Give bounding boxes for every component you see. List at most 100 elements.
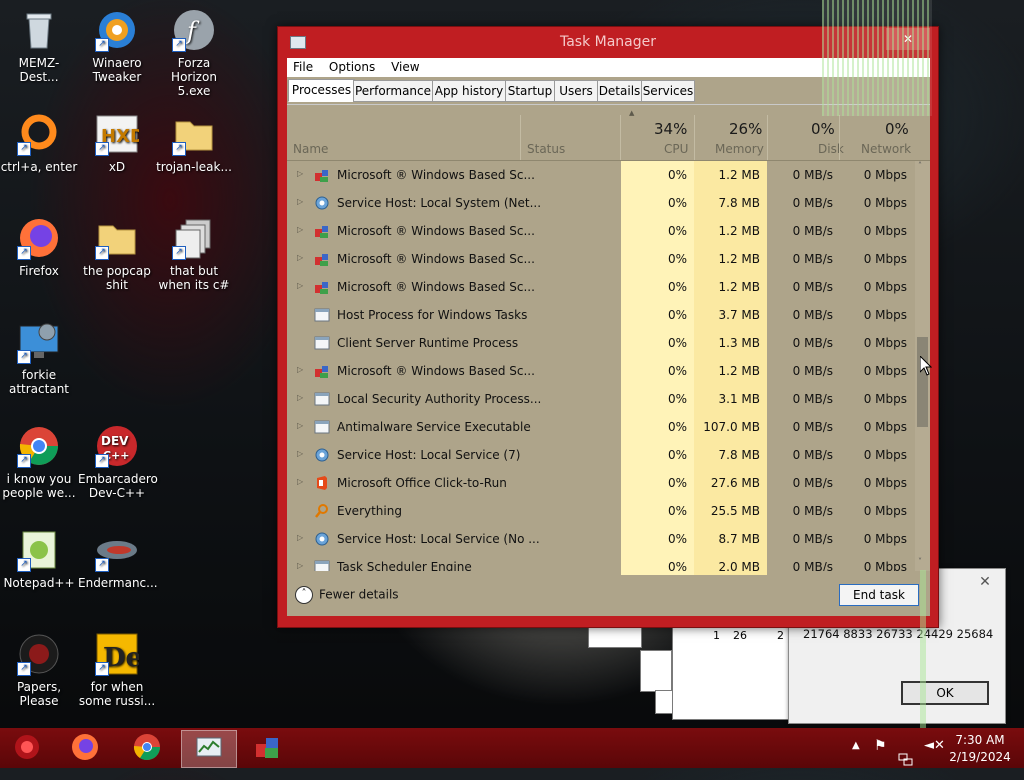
expand-arrow-icon[interactable]: ▷ [297,281,305,291]
scroll-down-icon[interactable]: ˅ [918,557,922,566]
menu-view[interactable]: View [385,58,425,74]
taskbar-button[interactable] [58,730,112,766]
column-cpu[interactable]: CPU [664,142,688,156]
footer-bar: ˄ Fewer details End task [287,577,930,616]
scrollbar-thumb[interactable] [917,337,928,427]
tab-performance[interactable]: Performance [353,80,433,102]
chevron-up-icon: ˄ [295,586,313,604]
process-network: 0 Mbps [863,392,907,406]
menu-options[interactable]: Options [323,58,381,74]
expand-arrow-icon[interactable]: ▷ [297,421,305,431]
table-row[interactable]: ▷ Antimalware Service Executable 0% 107.0 M… [287,413,918,441]
desktop-icon[interactable]: HXD ↗ xD [78,112,156,174]
expand-arrow-icon[interactable]: ▷ [297,225,305,235]
table-row[interactable]: ▷ Microsoft ® Windows Based Sc... 0% 1.2 MB… [287,273,918,301]
table-row[interactable]: Client Server Runtime Process 0% 1.3 MB 0 M… [287,329,918,357]
desktop-icon[interactable]: DEV C++ ↗ Embarcadero Dev-C++ [78,424,158,500]
tab-services[interactable]: Services [641,80,695,102]
table-row[interactable]: ▷ Service Host: Local System (Net... 0% 7.8… [287,189,918,217]
menu-file[interactable]: File [287,58,319,74]
action-center-flag-icon[interactable]: ⚑ [874,738,887,778]
tab-startup[interactable]: Startup [505,80,555,102]
expand-arrow-icon[interactable]: ▷ [297,253,305,263]
table-row[interactable]: ▷ Local Security Authority Process... 0% 3.… [287,385,918,413]
expand-arrow-icon[interactable]: ▷ [297,365,305,375]
table-row[interactable]: ▷ Microsoft ® Windows Based Sc... 0% 1.2 MB… [287,161,918,189]
process-cpu: 0% [667,336,687,350]
tab-app-history[interactable]: App history [432,80,506,102]
process-cpu: 0% [667,280,687,294]
taskbar-button[interactable] [120,730,174,766]
table-row[interactable]: ▷ Microsoft Office Click-to-Run 0% 27.6 MB 0… [287,469,918,497]
table-row[interactable]: ▷ Service Host: Local Service (No ... 0% 8.… [287,525,918,553]
network-icon[interactable] [898,740,914,780]
process-disk: 0 MB/s [792,420,833,434]
popup-close-button[interactable]: ✕ [973,573,997,591]
process-disk: 0 MB/s [792,196,833,210]
process-memory: 1.2 MB [718,364,760,378]
desktop-icon[interactable]: ↗ i know you people we... [0,424,78,500]
desktop-icon-label: for when some russi... [78,680,156,708]
table-row[interactable]: ▷ Microsoft ® Windows Based Sc... 0% 1.2 MB… [287,245,918,273]
desktop-icon-label: ctrl+a, enter [0,160,78,174]
expand-arrow-icon[interactable]: ▷ [297,197,305,207]
tab-users[interactable]: Users [554,80,598,102]
process-name: Everything [337,504,402,518]
devcpp-icon: DEV C++ ↗ [95,424,139,468]
desktop-icon[interactable]: MEMZ-Dest... [0,8,78,84]
process-memory: 107.0 MB [703,420,760,434]
process-name: Antimalware Service Executable [337,420,531,434]
table-row[interactable]: ▷ Service Host: Local Service (7) 0% 7.8 MB… [287,441,918,469]
desktop-icon-label: MEMZ-Dest... [18,56,60,84]
process-cpu: 0% [667,420,687,434]
table-row[interactable]: ▷ Microsoft ® Windows Based Sc... 0% 1.2 MB… [287,217,918,245]
taskbar-button[interactable] [0,730,54,766]
process-disk: 0 MB/s [792,532,833,546]
desktop-icon[interactable]: ↗ Papers, Please [0,632,78,708]
desktop-icon[interactable]: f ↗ Forza Horizon 5.exe [155,8,233,98]
window-icon [314,335,330,351]
end-task-button[interactable]: End task [839,584,919,606]
expand-arrow-icon[interactable]: ▷ [297,393,305,403]
desktop-icon[interactable]: ↗ trojan-leak... [155,112,233,174]
desktop-icon[interactable]: De ↗ for when some russi... [78,632,156,708]
column-network[interactable]: Network [861,142,911,156]
monitor-gear-icon: ↗ [17,320,61,364]
shortcut-arrow-icon: ↗ [17,662,31,676]
desktop-icon[interactable]: ↗ Firefox [0,216,78,278]
desktop-icon[interactable]: ↗ that but when its c# [155,216,233,292]
desktop-icon[interactable]: ↗ forkie attractant [0,320,78,396]
expand-arrow-icon[interactable]: ▷ [297,477,305,487]
expand-arrow-icon[interactable]: ▷ [297,449,305,459]
system-clock[interactable]: 7:30 AM 2/19/2024 [940,732,1020,766]
scroll-up-icon[interactable]: ˄ [918,161,922,170]
tab-details[interactable]: Details [597,80,642,102]
table-row[interactable]: ▷ Microsoft ® Windows Based Sc... 0% 1.2 MB… [287,357,918,385]
column-status[interactable]: Status [527,142,565,156]
table-row[interactable]: ▷ Task Scheduler Engine 0% 2.0 MB 0 MB/s 0 Mb… [287,553,918,571]
tab-processes[interactable]: Processes [288,79,355,102]
taskbar-button[interactable] [241,730,295,766]
process-network: 0 Mbps [863,336,907,350]
desktop-icon[interactable]: ↗ Endermanc... [78,528,158,590]
expand-arrow-icon[interactable]: ▷ [297,533,305,543]
popup-ok-button[interactable]: OK [901,681,989,705]
csrss-icon [314,279,330,295]
desktop-icon[interactable]: ↗ Notepad++ [0,528,78,590]
process-disk: 0 MB/s [792,364,833,378]
tray-chevron-icon[interactable]: ▲ [852,740,860,780]
desktop-icon[interactable]: ↗ Winaero Tweaker [78,8,156,84]
fewer-details-button[interactable]: ˄ Fewer details [295,586,399,604]
process-name: Microsoft ® Windows Based Sc... [337,280,535,294]
table-row[interactable]: Host Process for Windows Tasks 0% 3.7 MB 0 … [287,301,918,329]
table-row[interactable]: Everything 0% 25.5 MB 0 MB/s 0 Mbps [287,497,918,525]
desktop-icon[interactable]: ↗ the popcap shit [78,216,156,292]
firefox-icon: ↗ [17,216,61,260]
column-name[interactable]: Name [293,142,328,156]
expand-arrow-icon[interactable]: ▷ [297,561,305,571]
shortcut-arrow-icon: ↗ [17,350,31,364]
column-memory[interactable]: Memory [715,142,764,156]
desktop-icon[interactable]: ↗ ctrl+a, enter [0,112,78,174]
expand-arrow-icon[interactable]: ▷ [297,169,305,179]
taskbar-button[interactable] [181,730,237,768]
